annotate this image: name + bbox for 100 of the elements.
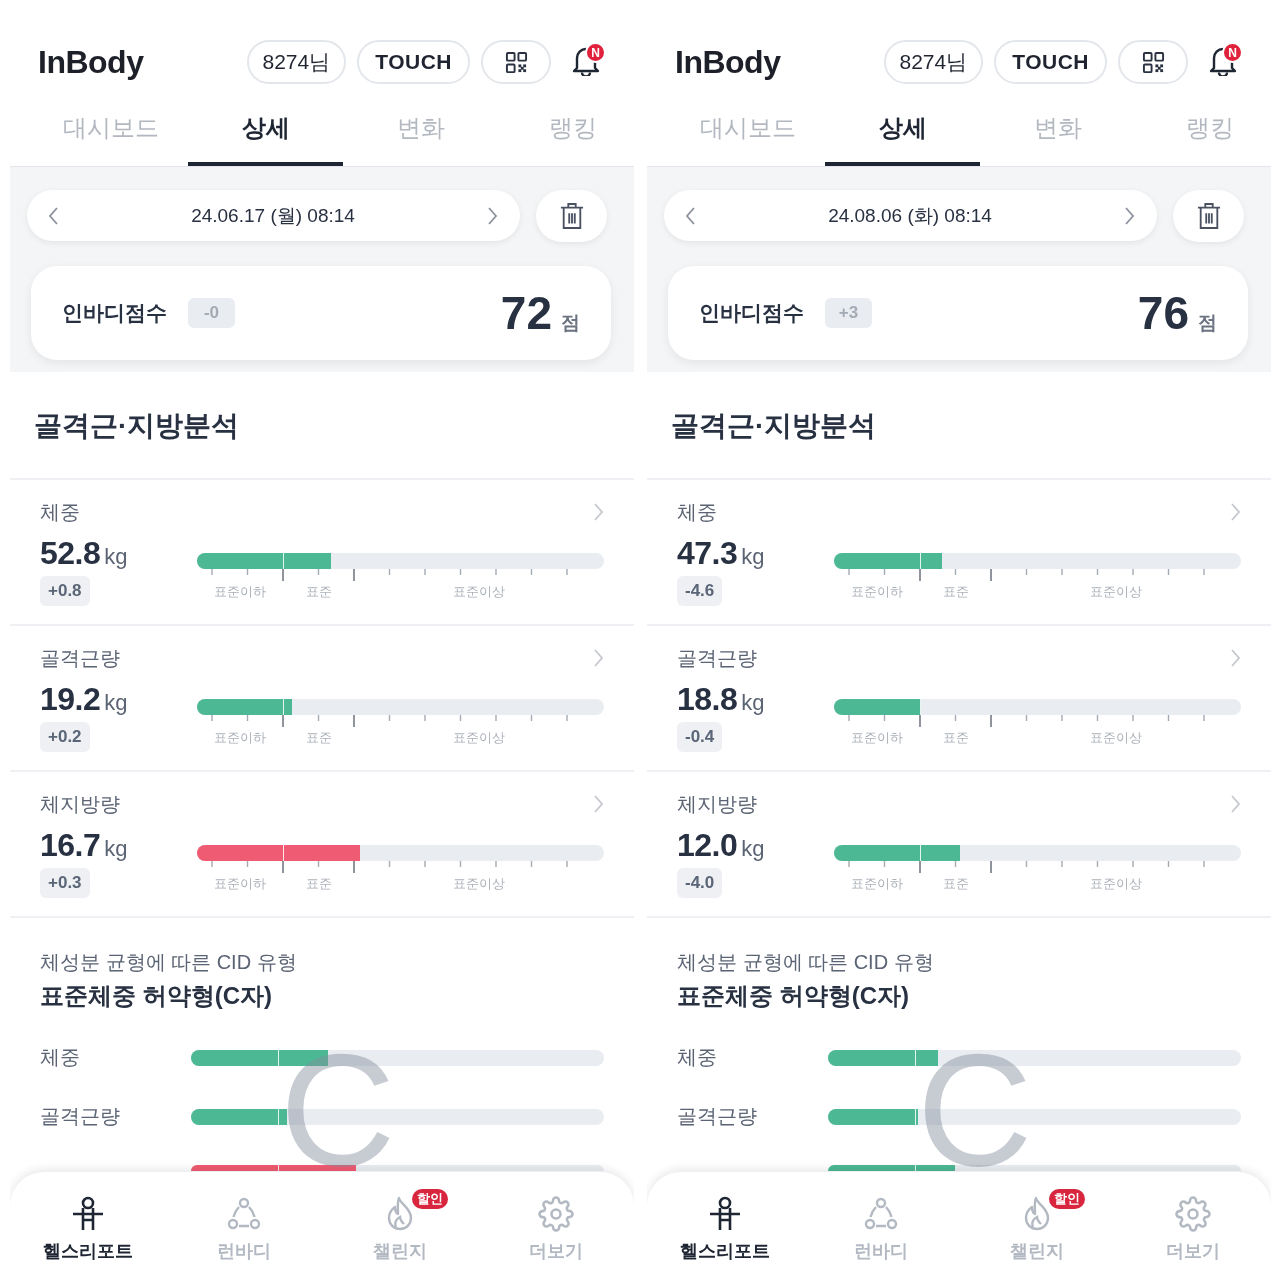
nav-item[interactable]: 더보기 [1166,1196,1220,1262]
three-circles-icon [226,1196,262,1232]
cid-row-label: 골격근량 [677,1104,758,1129]
chevron-right-icon[interactable] [593,502,604,522]
metric-value: 12.0 [677,826,738,864]
chevron-right-icon[interactable] [593,648,604,668]
notification-badge: N [585,42,606,63]
person-icon [70,1196,106,1232]
scale-label: 표준이하 [850,730,904,746]
bell-icon[interactable] [1209,45,1237,76]
touch-button[interactable]: TOUCH [357,40,470,84]
delete-button[interactable] [1173,190,1244,242]
metric-unit: kg [741,836,765,862]
section-title: 골격근·지방분석 [647,372,1271,480]
cid-type-title: 표준체중 허약형(C자) [40,981,273,1011]
person-icon [707,1196,743,1232]
nav-item[interactable]: 헬스리포트 [680,1196,770,1262]
date-label: 24.06.17 (월) 08:14 [191,203,355,228]
discount-badge: 할인 [1049,1189,1085,1209]
cid-type-title: 표준체중 허약형(C자) [677,981,910,1011]
chevron-right-icon[interactable] [1230,794,1241,814]
metric-unit: kg [741,544,765,570]
three-circles-icon [863,1196,899,1232]
section-title: 골격근·지방분석 [10,372,634,480]
tab[interactable]: 대시보드 [670,96,825,166]
user-chip[interactable]: 8274님 [246,40,347,84]
chevron-right-icon[interactable] [487,205,498,226]
metric-value: 47.3 [677,534,738,572]
scale-label: 표준 [304,730,333,746]
cid-caption: 체성분 균형에 따른 CID 유형 [40,950,298,975]
scale-label: 표준 [941,584,970,600]
score-label: 인바디점수 [699,300,804,326]
metric-label: 골격근량 [677,646,758,670]
nav-item[interactable]: 런바디 [854,1196,908,1262]
notification-badge: N [1222,42,1243,63]
nav-item[interactable]: 헬스리포트 [43,1196,133,1262]
chevron-right-icon[interactable] [1124,205,1135,226]
trash-icon [559,202,584,230]
metric-value: 16.7 [40,826,101,864]
tab[interactable]: 랭킹 [1135,96,1271,166]
delete-button[interactable] [536,190,607,242]
metric-label: 체중 [40,500,81,524]
scale-label: 표준 [304,584,333,600]
scale-label: 표준 [941,876,970,892]
user-chip[interactable]: 8274님 [883,40,984,84]
score-change-badge: +3 [825,298,872,328]
qr-code-button[interactable] [1118,40,1188,84]
score-unit: 점 [561,311,580,335]
metric-value: 18.8 [677,680,738,718]
settings-gear-icon [538,1196,574,1232]
qr-code-icon [1141,50,1165,74]
cid-row-label: 체중 [677,1045,718,1070]
date-label: 24.08.06 (화) 08:14 [828,203,992,228]
tab[interactable]: 변화 [980,96,1135,166]
metric-label: 골격근량 [40,646,121,670]
cid-caption: 체성분 균형에 따른 CID 유형 [677,950,935,975]
metric-unit: kg [741,690,765,716]
tab[interactable]: 대시보드 [33,96,188,166]
tab[interactable]: 변화 [343,96,498,166]
scale-label: 표준이하 [850,876,904,892]
settings-gear-icon [1175,1196,1211,1232]
scale-label: 표준이상 [1089,876,1143,892]
metric-label: 체중 [677,500,718,524]
scale-label: 표준이상 [452,730,506,746]
scale-label: 표준이상 [452,584,506,600]
trash-icon [1196,202,1221,230]
nav-item[interactable]: 더보기 [529,1196,583,1262]
bell-icon[interactable] [572,45,600,76]
scale-label: 표준 [941,730,970,746]
metric-unit: kg [104,836,128,862]
score-unit: 점 [1198,311,1217,335]
scale-label: 표준이하 [213,876,267,892]
score-change-badge: -0 [188,298,235,328]
qr-code-button[interactable] [481,40,551,84]
score-value: 72 [500,286,552,341]
change-badge: -4.0 [677,868,723,898]
chevron-left-icon[interactable] [48,205,59,226]
qr-code-icon [504,50,528,74]
cid-type-letter: C [917,1051,1033,1169]
cid-row-label: 골격근량 [40,1104,121,1129]
chevron-right-icon[interactable] [1230,648,1241,668]
metric-label: 체지방량 [677,792,758,816]
change-badge: -0.4 [677,722,723,752]
chevron-right-icon[interactable] [593,794,604,814]
change-badge: +0.8 [40,576,90,606]
tab[interactable]: 랭킹 [498,96,634,166]
chevron-right-icon[interactable] [1230,502,1241,522]
score-value: 76 [1137,286,1189,341]
cid-row-label: 체중 [40,1045,81,1070]
cid-type-letter: C [280,1051,396,1169]
chevron-left-icon[interactable] [685,205,696,226]
touch-button[interactable]: TOUCH [994,40,1107,84]
metric-unit: kg [104,690,128,716]
inbody-logo: InBody [675,43,781,82]
metric-value: 52.8 [40,534,101,572]
nav-item[interactable]: 런바디 [217,1196,271,1262]
metric-unit: kg [104,544,128,570]
score-label: 인바디점수 [62,300,167,326]
scale-label: 표준 [304,876,333,892]
metric-value: 19.2 [40,680,101,718]
